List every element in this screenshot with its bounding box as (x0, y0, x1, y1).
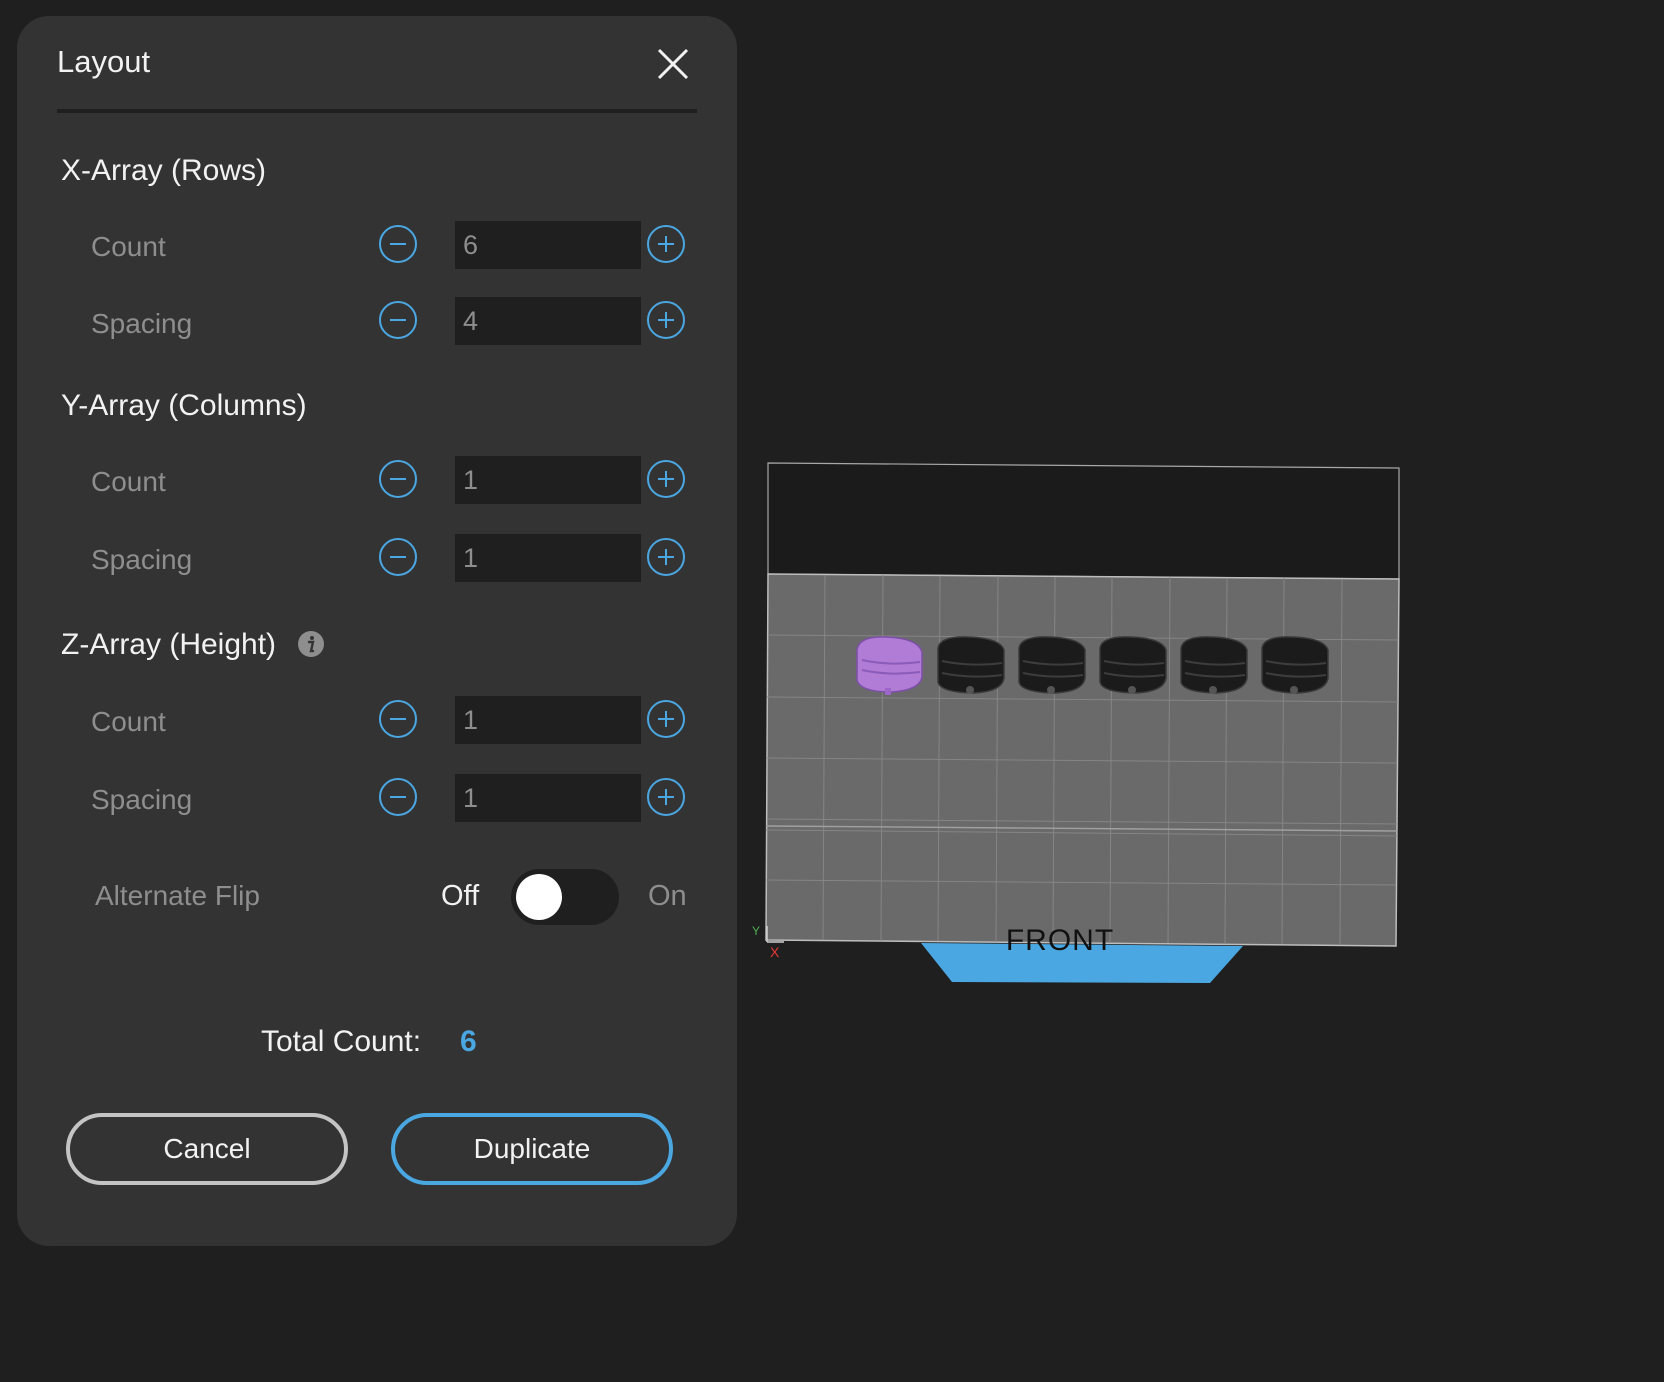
model-5[interactable] (1180, 636, 1248, 694)
build-plate-viewport[interactable] (0, 0, 1664, 1382)
build-plate (765, 573, 1400, 947)
model-4[interactable] (1099, 636, 1167, 694)
model-2[interactable] (937, 636, 1005, 694)
front-label: FRONT (1005, 924, 1115, 957)
model-1-selected[interactable] (856, 636, 923, 695)
build-volume-back-wall (767, 462, 1400, 580)
axis-x-label: X (770, 944, 780, 960)
model-3[interactable] (1018, 636, 1086, 694)
axis-y-label: Y (752, 924, 761, 938)
model-6[interactable] (1261, 636, 1329, 694)
